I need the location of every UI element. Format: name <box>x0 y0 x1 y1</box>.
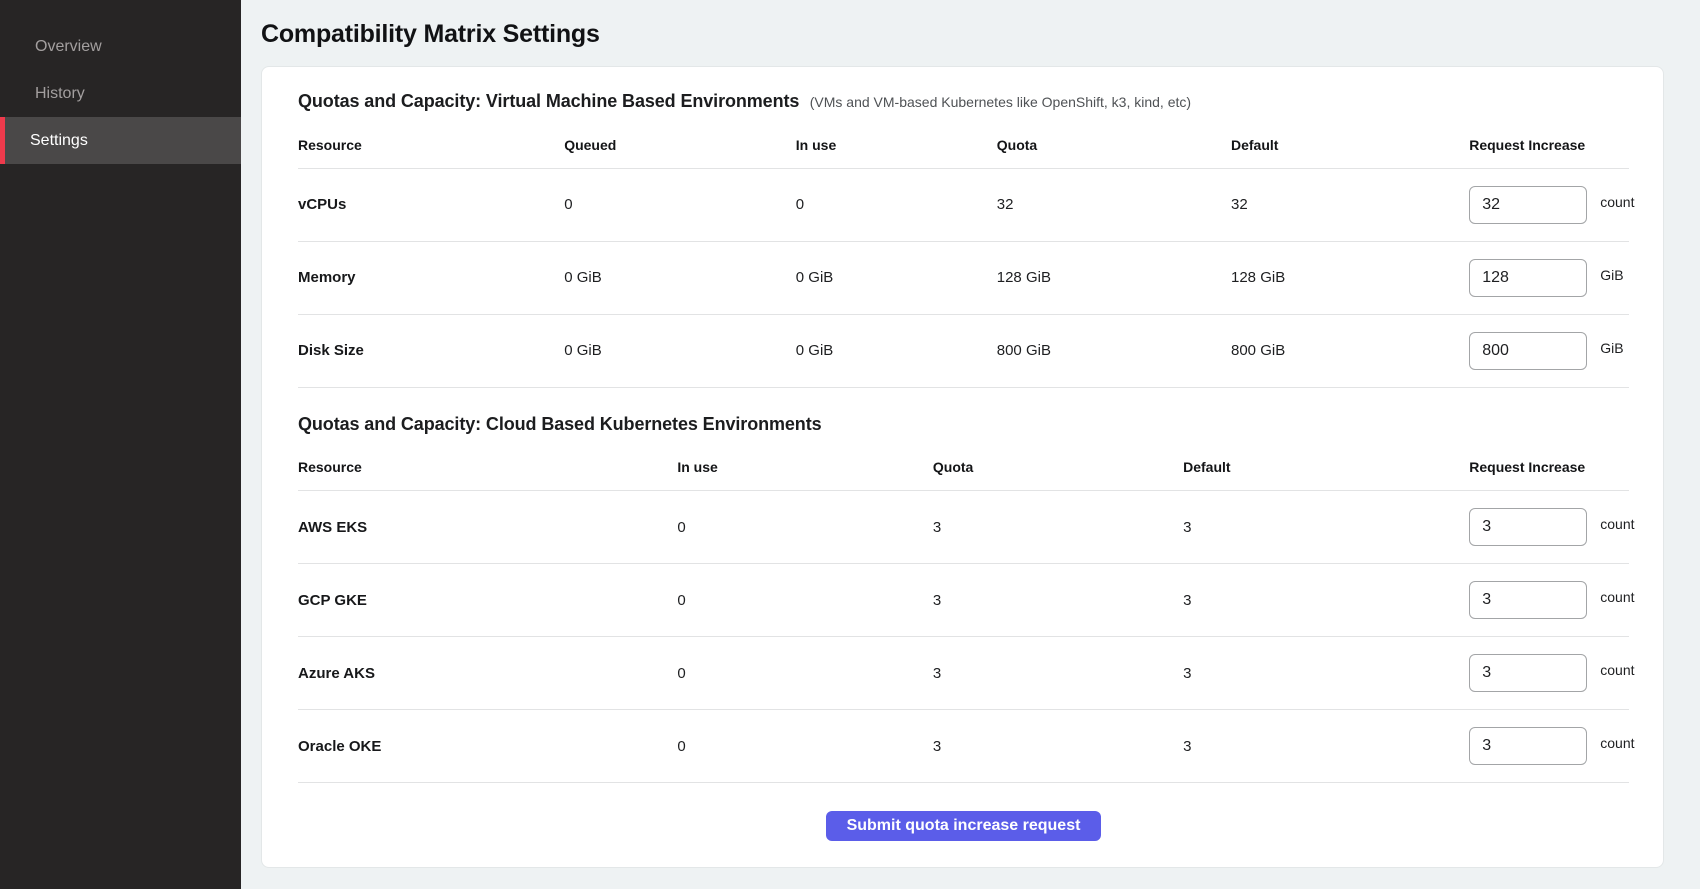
vcpus-request-increase-input[interactable] <box>1469 186 1587 224</box>
resource-cell: Disk Size <box>298 314 564 387</box>
table-row-vcpus: vCPUs 0 0 32 32 count <box>298 168 1629 241</box>
table-row-disk-size: Disk Size 0 GiB 0 GiB 800 GiB 800 GiB Gi… <box>298 314 1629 387</box>
column-header-request-increase: Request Increase <box>1469 445 1629 491</box>
in-use-cell: 0 <box>677 710 933 783</box>
k8s-section-title: Quotas and Capacity: Cloud Based Kuberne… <box>298 414 822 434</box>
column-header-resource: Resource <box>298 122 564 168</box>
oracle-oke-request-increase-input[interactable] <box>1469 727 1587 765</box>
unit-label: GiB <box>1600 340 1623 356</box>
in-use-cell: 0 GiB <box>796 241 997 314</box>
gcp-gke-request-increase-input[interactable] <box>1469 581 1587 619</box>
queued-cell: 0 GiB <box>564 241 796 314</box>
unit-label: count <box>1600 735 1634 751</box>
quota-cell: 32 <box>997 168 1231 241</box>
k8s-table-header-row: Resource In use Quota Default Request In… <box>298 445 1629 491</box>
default-cell: 128 GiB <box>1231 241 1469 314</box>
quota-cell: 3 <box>933 710 1183 783</box>
page-title: Compatibility Matrix Settings <box>261 20 1664 49</box>
resource-cell: AWS EKS <box>298 491 677 564</box>
default-cell: 3 <box>1183 491 1469 564</box>
vm-table-header-row: Resource Queued In use Quota Default Req… <box>298 122 1629 168</box>
default-cell: 3 <box>1183 710 1469 783</box>
resource-cell: Oracle OKE <box>298 710 677 783</box>
request-increase-cell: count <box>1469 491 1629 564</box>
azure-aks-request-increase-input[interactable] <box>1469 654 1587 692</box>
default-cell: 3 <box>1183 637 1469 710</box>
aws-eks-request-increase-input[interactable] <box>1469 508 1587 546</box>
quota-cell: 3 <box>933 564 1183 637</box>
quota-cell: 3 <box>933 637 1183 710</box>
request-increase-cell: count <box>1469 710 1629 783</box>
table-row-gcp-gke: GCP GKE 0 3 3 count <box>298 564 1629 637</box>
column-header-in-use: In use <box>677 445 933 491</box>
resource-cell: Azure AKS <box>298 637 677 710</box>
resource-cell: GCP GKE <box>298 564 677 637</box>
queued-cell: 0 GiB <box>564 314 796 387</box>
column-header-resource: Resource <box>298 445 677 491</box>
sidebar-item-history[interactable]: History <box>0 70 241 117</box>
column-header-default: Default <box>1231 122 1469 168</box>
sidebar: Overview History Settings <box>0 0 241 889</box>
in-use-cell: 0 <box>677 491 933 564</box>
k8s-quotas-section: Quotas and Capacity: Cloud Based Kuberne… <box>298 414 1629 784</box>
vm-section-heading: Quotas and Capacity: Virtual Machine Bas… <box>298 91 1629 112</box>
sidebar-nav: Overview History Settings <box>0 23 241 164</box>
in-use-cell: 0 <box>677 564 933 637</box>
request-increase-cell: count <box>1469 168 1629 241</box>
resource-cell: Memory <box>298 241 564 314</box>
unit-label: count <box>1600 662 1634 678</box>
unit-label: count <box>1600 516 1634 532</box>
quota-cell: 128 GiB <box>997 241 1231 314</box>
submit-row: Submit quota increase request <box>298 811 1629 841</box>
quota-settings-card: Quotas and Capacity: Virtual Machine Bas… <box>261 66 1664 868</box>
column-header-in-use: In use <box>796 122 997 168</box>
column-header-request-increase: Request Increase <box>1469 122 1629 168</box>
request-increase-cell: GiB <box>1469 241 1629 314</box>
vm-section-title: Quotas and Capacity: Virtual Machine Bas… <box>298 91 799 111</box>
column-header-default: Default <box>1183 445 1469 491</box>
table-row-aws-eks: AWS EKS 0 3 3 count <box>298 491 1629 564</box>
default-cell: 32 <box>1231 168 1469 241</box>
in-use-cell: 0 GiB <box>796 314 997 387</box>
sidebar-item-overview[interactable]: Overview <box>0 23 241 70</box>
memory-request-increase-input[interactable] <box>1469 259 1587 297</box>
request-increase-cell: GiB <box>1469 314 1629 387</box>
column-header-queued: Queued <box>564 122 796 168</box>
table-row-azure-aks: Azure AKS 0 3 3 count <box>298 637 1629 710</box>
column-header-quota: Quota <box>997 122 1231 168</box>
column-header-quota: Quota <box>933 445 1183 491</box>
submit-quota-increase-button[interactable]: Submit quota increase request <box>826 811 1102 841</box>
request-increase-cell: count <box>1469 564 1629 637</box>
in-use-cell: 0 <box>796 168 997 241</box>
disk-size-request-increase-input[interactable] <box>1469 332 1587 370</box>
unit-label: count <box>1600 589 1634 605</box>
unit-label: count <box>1600 194 1634 210</box>
request-increase-cell: count <box>1469 637 1629 710</box>
k8s-section-heading: Quotas and Capacity: Cloud Based Kuberne… <box>298 414 1629 435</box>
main-content: Compatibility Matrix Settings Quotas and… <box>241 0 1700 889</box>
sidebar-item-settings[interactable]: Settings <box>0 117 241 164</box>
quota-cell: 3 <box>933 491 1183 564</box>
resource-cell: vCPUs <box>298 168 564 241</box>
default-cell: 800 GiB <box>1231 314 1469 387</box>
quota-cell: 800 GiB <box>997 314 1231 387</box>
unit-label: GiB <box>1600 267 1623 283</box>
k8s-quota-table: Resource In use Quota Default Request In… <box>298 445 1629 784</box>
table-row-memory: Memory 0 GiB 0 GiB 128 GiB 128 GiB GiB <box>298 241 1629 314</box>
table-row-oracle-oke: Oracle OKE 0 3 3 count <box>298 710 1629 783</box>
vm-section-subtitle: (VMs and VM-based Kubernetes like OpenSh… <box>810 94 1191 110</box>
queued-cell: 0 <box>564 168 796 241</box>
vm-quotas-section: Quotas and Capacity: Virtual Machine Bas… <box>298 91 1629 388</box>
vm-quota-table: Resource Queued In use Quota Default Req… <box>298 122 1629 388</box>
default-cell: 3 <box>1183 564 1469 637</box>
in-use-cell: 0 <box>677 637 933 710</box>
